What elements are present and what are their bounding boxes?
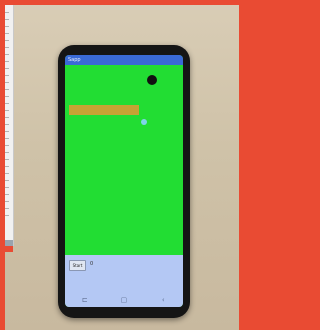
phone-screen[interactable]: Sapp Start 0 ⊏ ▢ ‹ xyxy=(65,55,183,307)
smartphone: Sapp Start 0 ⊏ ▢ ‹ xyxy=(58,45,190,318)
score-readout: 0 xyxy=(90,261,94,267)
app-title-bar: Sapp xyxy=(65,55,183,65)
blue-ball[interactable] xyxy=(141,119,147,125)
orange-paddle[interactable] xyxy=(69,105,139,115)
black-ball[interactable] xyxy=(147,75,157,85)
start-button[interactable]: Start xyxy=(69,260,86,271)
android-nav-bar: ⊏ ▢ ‹ xyxy=(65,293,183,307)
home-icon[interactable]: ▢ xyxy=(120,296,128,304)
recent-apps-icon[interactable]: ⊏ xyxy=(81,296,89,304)
app-title: Sapp xyxy=(68,57,81,63)
back-icon[interactable]: ‹ xyxy=(159,296,167,304)
